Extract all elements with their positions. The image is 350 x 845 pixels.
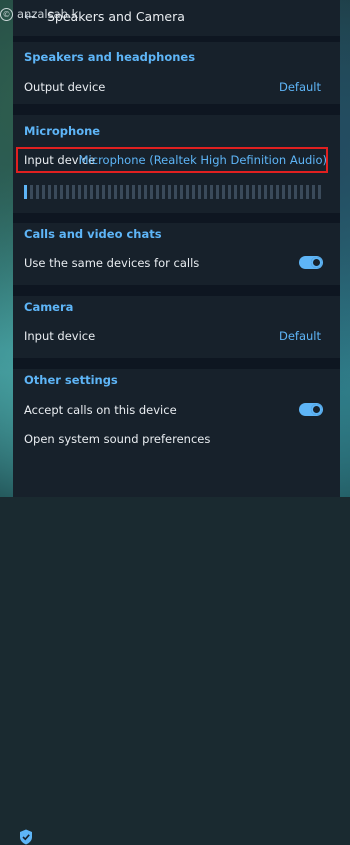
level-bar — [198, 185, 201, 199]
section-title-camera: Camera — [24, 300, 74, 314]
accept-calls-label[interactable]: Accept calls on this device — [24, 403, 177, 417]
section-title-other: Other settings — [24, 373, 118, 387]
camera-input-device-label[interactable]: Input device — [24, 329, 95, 343]
level-bar — [78, 185, 81, 199]
level-bar — [204, 185, 207, 199]
level-bar — [96, 185, 99, 199]
level-bar — [156, 185, 159, 199]
level-bar — [240, 185, 243, 199]
level-bar — [306, 185, 309, 199]
section-title-microphone: Microphone — [24, 124, 101, 138]
level-bar — [114, 185, 117, 199]
level-bar — [186, 185, 189, 199]
level-bar — [300, 185, 303, 199]
level-bar — [276, 185, 279, 199]
level-bar — [90, 185, 93, 199]
level-bar — [102, 185, 105, 199]
level-bar — [228, 185, 231, 199]
same-devices-toggle[interactable] — [299, 256, 323, 269]
level-bar — [36, 185, 39, 199]
section-camera: Camera Input device Default — [13, 296, 340, 358]
section-title-speakers: Speakers and headphones — [24, 50, 196, 64]
section-title-calls: Calls and video chats — [24, 227, 162, 241]
output-device-value[interactable]: Default — [279, 80, 321, 94]
level-bar — [60, 185, 63, 199]
level-bar — [42, 185, 45, 199]
level-bar — [150, 185, 153, 199]
level-bar — [282, 185, 285, 199]
level-bar — [126, 185, 129, 199]
watermark-text: anzalsab.k — [17, 7, 79, 21]
level-bar — [84, 185, 87, 199]
level-bar — [138, 185, 141, 199]
separator — [13, 285, 340, 296]
level-bar — [312, 185, 315, 199]
level-bar — [264, 185, 267, 199]
output-device-label[interactable]: Output device — [24, 80, 105, 94]
level-bar — [258, 185, 261, 199]
sound-preferences-link[interactable]: Open system sound preferences — [24, 432, 210, 446]
level-bar — [318, 185, 321, 199]
copyright-icon: © — [0, 8, 13, 21]
level-bar — [234, 185, 237, 199]
level-bar — [288, 185, 291, 199]
watermark: © anzalsab.k — [0, 7, 78, 21]
separator — [13, 213, 340, 223]
level-bar — [174, 185, 177, 199]
same-devices-label[interactable]: Use the same devices for calls — [24, 256, 199, 270]
mic-level-meter — [24, 185, 324, 199]
accept-calls-toggle[interactable] — [299, 403, 323, 416]
level-bar — [192, 185, 195, 199]
toggle-knob — [311, 404, 322, 415]
section-speakers: Speakers and headphones Output device De… — [13, 42, 340, 104]
level-bar — [180, 185, 183, 199]
level-bar — [216, 185, 219, 199]
level-bar — [246, 185, 249, 199]
level-bar — [108, 185, 111, 199]
camera-input-device-value[interactable]: Default — [279, 329, 321, 343]
level-bar — [222, 185, 225, 199]
level-bar — [48, 185, 51, 199]
section-calls: Calls and video chats Use the same devic… — [13, 223, 340, 285]
level-bar — [66, 185, 69, 199]
toggle-knob — [311, 257, 322, 268]
section-other: Other settings Accept calls on this devi… — [13, 369, 340, 845]
level-bar — [132, 185, 135, 199]
mic-input-device-value[interactable]: Microphone (Realtek High Definition Audi… — [79, 153, 327, 167]
shield-icon — [20, 829, 32, 845]
level-bar — [144, 185, 147, 199]
level-bar — [30, 185, 33, 199]
settings-panel: ← Speakers and Camera Speakers and headp… — [13, 0, 340, 845]
level-bar — [162, 185, 165, 199]
level-bar — [72, 185, 75, 199]
level-bar — [120, 185, 123, 199]
level-bar — [54, 185, 57, 199]
level-bar — [24, 185, 27, 199]
level-bar — [270, 185, 273, 199]
level-bar — [294, 185, 297, 199]
level-bar — [252, 185, 255, 199]
separator — [13, 358, 340, 369]
level-bar — [210, 185, 213, 199]
level-bar — [168, 185, 171, 199]
separator — [13, 104, 340, 115]
